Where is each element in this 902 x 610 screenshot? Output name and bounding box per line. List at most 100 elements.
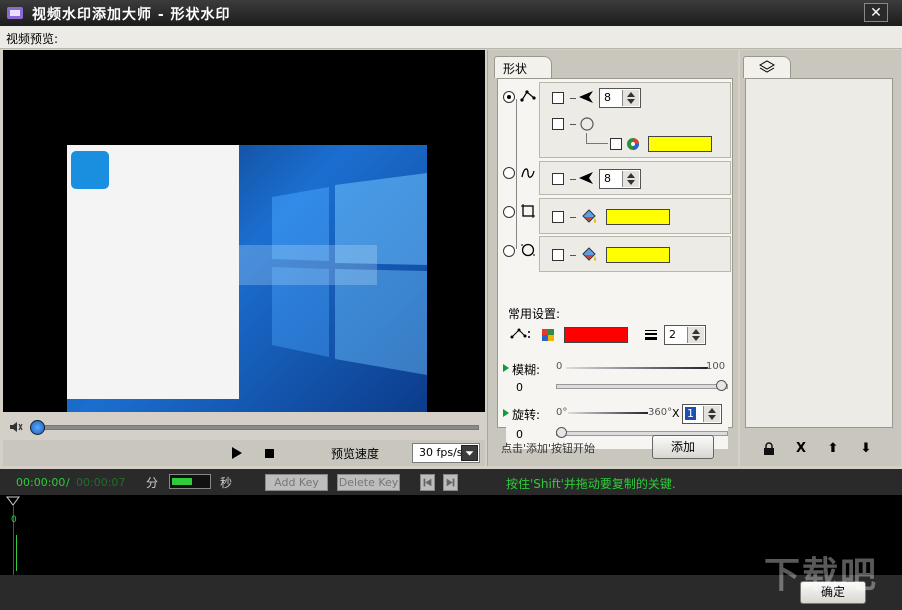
volume-icon[interactable] <box>9 420 23 434</box>
shape-radio-curve[interactable] <box>503 167 515 179</box>
curve-arrow-checkbox[interactable] <box>552 173 564 185</box>
title-bar: 视频水印添加大师 - 形状水印 ✕ <box>0 0 902 26</box>
rectangle-fill-checkbox[interactable] <box>552 211 564 223</box>
line-style-icon <box>510 328 530 339</box>
move-down-button[interactable]: ⬇ <box>859 442 873 456</box>
common-settings: 常用设置: 2 模糊: 0 100 0 旋转: 0° 360° X 1 0 <box>503 303 728 449</box>
curve-arrow-size-stepper[interactable]: 8 <box>599 169 641 189</box>
rotate-max: 360° <box>648 407 673 418</box>
rotate-label: 旋转: <box>512 408 541 422</box>
shape-radio-polyline[interactable] <box>503 91 515 103</box>
tree-line <box>586 143 608 144</box>
dash <box>570 217 576 218</box>
fill-color-swatch[interactable] <box>648 136 712 152</box>
closed-shape-checkbox[interactable] <box>552 118 564 130</box>
timeline-toolbar: 00:00:00 / 00:00:07 分 秒 Add Key Delete K… <box>0 469 902 495</box>
paint-bucket-icon <box>582 247 596 261</box>
ellipse-options-box <box>539 236 731 272</box>
time-separator: / <box>66 476 70 489</box>
fps-select[interactable]: 30 fps/s <box>412 443 480 463</box>
line-color-swatch[interactable] <box>564 327 628 343</box>
rectangle-options-box <box>539 198 731 234</box>
paint-bucket-icon <box>582 209 596 223</box>
ellipse-fill-color-swatch[interactable] <box>606 247 670 263</box>
tab-shape[interactable]: 形状 <box>494 56 552 78</box>
expand-triangle-icon <box>503 409 509 417</box>
line-width-icon <box>645 330 657 340</box>
color-wheel-icon <box>627 138 639 150</box>
site-watermark: 下载吧 <box>764 555 879 596</box>
move-up-button[interactable]: ⬆ <box>826 442 840 456</box>
tab-shape-label: 形状 <box>503 62 528 76</box>
ellipse-fill-checkbox[interactable] <box>552 249 564 261</box>
delete-key-button-timeline[interactable]: Delete Key <box>337 474 400 491</box>
video-preview <box>3 50 485 416</box>
line-width-value: 2 <box>669 328 676 341</box>
add-key-button[interactable]: Add Key <box>265 474 328 491</box>
arrow-icon <box>579 91 593 103</box>
color-picker-icon <box>542 329 554 341</box>
minutes-label: 分 <box>146 476 159 490</box>
line-width-stepper[interactable]: 2 <box>664 325 706 345</box>
add-hint-text: 点击'添加'按钮开始 <box>501 442 596 455</box>
timeline-zoom-fill <box>172 478 192 485</box>
timeline-zoom-slider[interactable] <box>169 474 211 489</box>
rectangle-fill-color-swatch[interactable] <box>606 209 670 225</box>
arrow-size-value: 8 <box>604 91 611 104</box>
app-icon <box>7 7 23 19</box>
spin-arrows-icon[interactable] <box>622 90 639 106</box>
chevron-down-icon[interactable] <box>461 445 478 461</box>
tab-layers[interactable] <box>743 56 791 78</box>
preview-label: 视频预览: <box>6 32 59 46</box>
add-button[interactable]: 添加 <box>652 435 714 459</box>
timeline-zero-marker: 0 <box>11 515 17 525</box>
seconds-label: 秒 <box>220 476 233 490</box>
spin-arrows-icon[interactable] <box>622 171 639 187</box>
lock-icon[interactable] <box>762 442 776 456</box>
arrow-size-stepper[interactable]: 8 <box>599 88 641 108</box>
track-line <box>16 535 17 571</box>
shape-radio-rectangle[interactable] <box>503 206 515 218</box>
layers-icon <box>758 60 776 73</box>
blur-slider[interactable] <box>556 384 728 389</box>
polyline-shape-icon <box>520 90 536 102</box>
spin-arrows-icon[interactable] <box>703 406 720 422</box>
previous-key-icon[interactable] <box>420 474 435 491</box>
window-title: 视频水印添加大师 - 形状水印 <box>32 7 231 23</box>
app-thumbnail-icon <box>71 151 109 189</box>
curve-options-box: 8 <box>539 161 731 195</box>
seek-knob[interactable] <box>30 420 45 435</box>
shift-drag-hint: 按住'Shift'并拖动要复制的关键. <box>506 477 676 491</box>
dash <box>570 255 576 256</box>
curve-shape-icon <box>521 168 535 178</box>
rotate-multiplier-value: 1 <box>685 407 696 420</box>
seek-track[interactable] <box>31 425 479 430</box>
expand-triangle-icon <box>503 364 509 372</box>
key-list[interactable] <box>745 78 893 428</box>
dash <box>570 124 576 125</box>
current-time: 00:00:00 <box>16 476 66 489</box>
close-button[interactable]: ✕ <box>864 3 888 22</box>
delete-key-button[interactable]: X <box>794 442 808 456</box>
fill-checkbox[interactable] <box>610 138 622 150</box>
closed-curve-icon <box>580 117 594 131</box>
preview-speed-label: 预览速度 <box>331 447 380 461</box>
arrow-checkbox[interactable] <box>552 92 564 104</box>
blur-slider-knob[interactable] <box>716 380 727 391</box>
shape-radio-ellipse[interactable] <box>503 245 515 257</box>
preview-label-bar: 视频预览: <box>0 26 902 49</box>
blur-min: 0 <box>556 361 563 372</box>
rotate-min: 0° <box>556 407 568 418</box>
app-window-thumbnail <box>67 145 239 399</box>
shape-panel: 形状 8 8 常用设置: 2 模糊: 0 100 0 旋转: 0° 360° X… <box>487 50 738 466</box>
rotate-multiplier-stepper[interactable]: 1 <box>682 404 722 424</box>
stop-button[interactable] <box>265 449 274 458</box>
ellipse-shape-icon <box>521 243 535 257</box>
polyline-options-box: 8 <box>539 82 731 158</box>
tree-line <box>586 133 587 143</box>
play-button[interactable] <box>231 447 243 459</box>
video-frame <box>67 145 427 416</box>
spin-arrows-icon[interactable] <box>687 327 704 343</box>
next-key-icon[interactable] <box>443 474 458 491</box>
playback-controls: 预览速度 30 fps/s <box>3 440 485 466</box>
